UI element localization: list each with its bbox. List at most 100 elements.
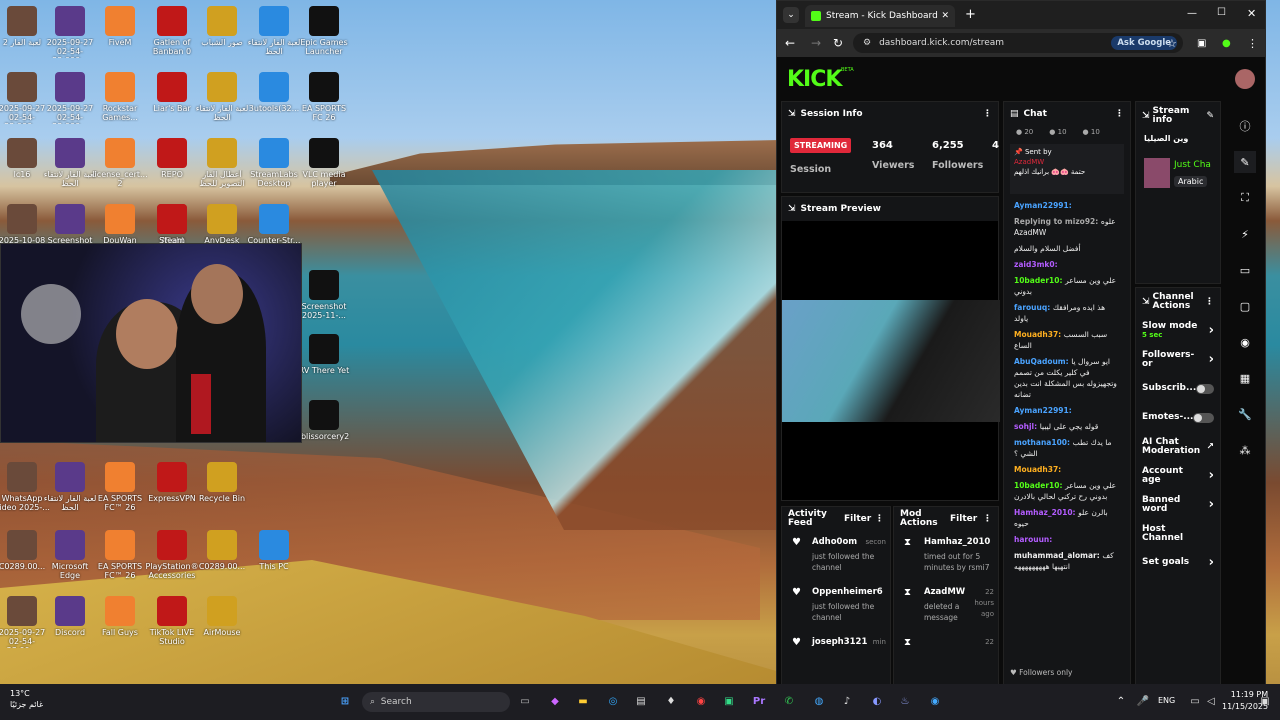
chat-bubble-icon[interactable]: ▢ <box>1234 295 1256 317</box>
chat-message[interactable]: أفضل السلام والسلام <box>1004 243 1130 254</box>
taskbar-search[interactable]: ⌕ Search <box>362 692 510 712</box>
bookmark-star-icon[interactable]: ☆ <box>1167 37 1177 50</box>
desktop-icon[interactable]: Fall Guys <box>92 596 148 637</box>
streamlabs-icon[interactable]: ▣ <box>720 692 738 710</box>
desktop-icon[interactable]: DouWan <box>92 204 148 245</box>
document-icon[interactable]: ▭ <box>1234 259 1256 281</box>
desktop-icon[interactable]: StreamLabs Desktop <box>246 138 302 188</box>
desktop-icon[interactable]: 2025-09-27 02-54-23.000... <box>42 72 98 124</box>
desktop-icon[interactable]: Microsoft Edge <box>42 530 98 580</box>
chat-username[interactable]: Hamhaz_2010: <box>1014 508 1078 517</box>
chat-message[interactable]: muhammad_alomar: كف انتهيها هههههههههه <box>1004 550 1130 572</box>
desktop-icon[interactable]: AirMouse <box>194 596 250 637</box>
chat-message[interactable]: farouuq: هذ ايده ومرافقك ياولد <box>1004 302 1130 324</box>
desktop-icon[interactable]: لعبة الفار لانتقاء الحظ <box>42 138 98 188</box>
forward-icon[interactable]: → <box>811 36 821 50</box>
chat-username[interactable]: Mouadh37: <box>1014 330 1064 339</box>
kick-logo[interactable]: KICK <box>787 67 842 92</box>
chat-message[interactable]: AbuQadoum: ايو سروال يا في كلير يكلت من … <box>1004 356 1130 400</box>
edit-pencil-icon[interactable]: ✎ <box>1206 111 1214 121</box>
tab-kick-dashboard[interactable]: Stream - Kick Dashboard ✕ <box>805 5 955 27</box>
channel-action-row[interactable]: Slow mode 5 sec › <box>1136 316 1220 345</box>
chrome-icon[interactable]: ◉ <box>692 692 710 710</box>
desktop-icon[interactable]: C0289.00... <box>194 530 250 571</box>
back-icon[interactable]: ← <box>785 36 795 50</box>
minimize-icon[interactable]: — <box>1187 8 1197 19</box>
desktop-icon[interactable]: صور الشباب <box>194 6 250 47</box>
chat-message[interactable]: Ayman22991: <box>1004 405 1130 416</box>
premiere-icon[interactable]: Pr <box>750 692 768 710</box>
desktop-icon[interactable]: REPO <box>144 138 200 179</box>
chat-username[interactable]: 10bader10: <box>1014 276 1065 285</box>
steam-icon[interactable]: ♨ <box>896 692 914 710</box>
copilot-icon[interactable]: ◆ <box>546 692 564 710</box>
chevron-right-icon[interactable]: › <box>1209 555 1214 570</box>
chat-username[interactable]: mothana100: <box>1014 438 1073 447</box>
profile-icon[interactable]: ● <box>1222 38 1231 49</box>
desktop-icon[interactable]: EA SPORTS FC™ 26 <box>92 530 148 580</box>
desktop-icon[interactable]: This PC <box>246 530 302 571</box>
chat-username[interactable]: Replying to mizo92: <box>1014 217 1101 226</box>
channel-action-row[interactable]: Account age › <box>1136 461 1220 490</box>
maximize-icon[interactable]: ☐ <box>1217 7 1226 18</box>
chat-message[interactable]: 10bader10: علي وين مساعر بدوني <box>1004 275 1130 297</box>
session-menu-icon[interactable]: ⋮ <box>983 109 992 119</box>
reload-icon[interactable]: ↻ <box>833 36 843 50</box>
tab-search-icon[interactable]: ⌄ <box>783 7 799 23</box>
chat-username[interactable]: AbuQadoum: <box>1014 357 1071 366</box>
chat-message[interactable]: sohjl: قوله يجي على ليبيا <box>1004 421 1130 432</box>
channel-action-row[interactable]: Followers-or › <box>1136 345 1220 374</box>
start-icon[interactable]: ⊞ <box>336 692 354 710</box>
file-explorer-icon[interactable]: ▬ <box>574 692 592 710</box>
channel-menu-icon[interactable]: ⋮ <box>1205 297 1214 307</box>
channel-action-row[interactable]: Host Channel <box>1136 519 1220 548</box>
channel-action-row[interactable]: Set goals › <box>1136 548 1220 577</box>
desktop-icon[interactable]: PlayStation® Accessories <box>144 530 200 580</box>
task-view-icon[interactable]: ▭ <box>516 692 534 710</box>
channel-action-row[interactable]: AI Chat Moderation ↗ <box>1136 432 1220 461</box>
chevron-right-icon[interactable]: › <box>1209 497 1214 512</box>
chat-message[interactable]: mothana100: ما يدك تطب الشي ؟ <box>1004 437 1130 459</box>
mic-icon[interactable]: 🎤 <box>1134 692 1152 710</box>
feed-item[interactable]: ⧗ Hamhaz_2010 timed out for 5 minutes by r… <box>894 531 998 581</box>
desktop-icon[interactable]: AnyDesk <box>194 204 250 245</box>
tab-close-icon[interactable]: ✕ <box>941 11 949 21</box>
channel-action-row[interactable]: Banned word › <box>1136 490 1220 519</box>
desktop-icon[interactable]: TikTok LIVE Studio <box>144 596 200 646</box>
activity-menu-icon[interactable]: ⋮ <box>875 514 884 524</box>
chevron-right-icon[interactable]: › <box>1209 323 1214 338</box>
desktop-icon[interactable]: RV There Yet <box>296 334 352 375</box>
desktop-icon[interactable]: Steam <box>144 204 200 245</box>
desktop-icon[interactable]: EA SPORTS FC™ 26 <box>92 462 148 512</box>
channel-action-row[interactable]: Subscrib... <box>1136 374 1220 403</box>
tiktok-icon[interactable]: ♪ <box>838 692 856 710</box>
chat-username[interactable]: farouuq: <box>1014 303 1053 312</box>
media-icon[interactable]: ▦ <box>1234 367 1256 389</box>
desktop-icon[interactable]: FiveM <box>92 6 148 47</box>
taskbar-app-icon[interactable]: ◍ <box>810 692 828 710</box>
desktop-icon[interactable]: Screenshot 2025-11-... <box>296 270 352 320</box>
desktop-icon[interactable]: Screenshot <box>42 204 98 245</box>
taskbar-app2-icon[interactable]: ◉ <box>926 692 944 710</box>
feed-item[interactable]: ♥ Oppenheimer6 just followed the channel <box>782 581 890 631</box>
chat-message[interactable]: 10bader10: علي وين مساعر بدوني رح تركني … <box>1004 480 1130 502</box>
pinned-message[interactable]: 📌 Sent by AzadMW حتمة 🐽🐽 برانيك اذلهم <box>1010 144 1124 194</box>
new-tab-button[interactable]: + <box>965 7 976 22</box>
desktop-icon[interactable]: Epic Games Launcher <box>296 6 352 56</box>
chevron-right-icon[interactable]: › <box>1209 468 1214 483</box>
chat-message[interactable]: Mouadh37: سبب السسب الساع <box>1004 329 1130 351</box>
chat-menu-icon[interactable]: ⋮ <box>1115 109 1124 119</box>
notification-icon[interactable]: ▣ <box>1256 692 1274 710</box>
chat-username[interactable]: muhammad_alomar: <box>1014 551 1102 560</box>
chat-message[interactable]: Hamhaz_2010: بالرن علو حيوه <box>1004 507 1130 529</box>
chat-username[interactable]: Mouadh37: <box>1014 465 1061 474</box>
desktop-icon[interactable]: Liar's Bar <box>144 72 200 113</box>
chat-message[interactable]: harouun: <box>1004 534 1130 545</box>
whatsapp-icon[interactable]: ✆ <box>780 692 798 710</box>
desktop-icon[interactable]: ExpressVPN <box>144 462 200 503</box>
desktop-icon[interactable]: iblissorcery2 <box>296 400 352 441</box>
user-avatar[interactable] <box>1235 69 1255 89</box>
site-info-icon[interactable]: ⚙ <box>863 38 871 48</box>
pin-icon[interactable]: ♦ <box>662 692 680 710</box>
toggle-switch[interactable] <box>1193 412 1214 423</box>
